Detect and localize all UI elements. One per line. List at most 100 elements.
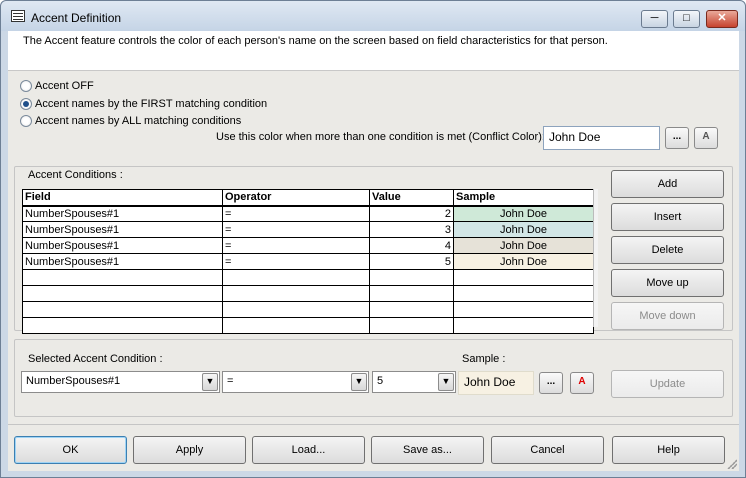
column-header-field[interactable]: Field (22, 189, 223, 207)
close-icon: ✕ (717, 12, 727, 24)
maximize-button[interactable]: □ (673, 10, 700, 28)
window-app-icon (11, 10, 25, 22)
empty-table-row (22, 317, 594, 334)
accent-conditions-title: Accent Conditions : (28, 169, 123, 181)
accent-first-radio[interactable] (20, 98, 32, 110)
empty-cell (22, 317, 223, 334)
empty-cell (453, 269, 594, 286)
accent-all-radio[interactable] (20, 115, 32, 127)
accent-off-label: Accent OFF (35, 80, 94, 92)
selected-sample-text: John Doe (464, 375, 516, 389)
empty-cell (222, 301, 370, 318)
cell-value[interactable]: 5 (369, 253, 454, 270)
table-row[interactable]: NumberSpouses#1 = 3 John Doe (22, 221, 594, 238)
empty-cell (222, 285, 370, 302)
cell-sample[interactable]: John Doe (453, 221, 594, 238)
table-row[interactable]: NumberSpouses#1 = 2 John Doe (22, 205, 594, 222)
empty-cell (369, 285, 454, 302)
cell-field[interactable]: NumberSpouses#1 (22, 205, 223, 222)
conflict-color-label: Use this color when more than one condit… (216, 131, 545, 143)
cell-value[interactable]: 3 (369, 221, 454, 238)
conflict-color-sample: John Doe (543, 126, 660, 150)
table-header-row: Field Operator Value Sample (22, 189, 594, 207)
cell-sample[interactable]: John Doe (453, 205, 594, 222)
selected-sample-label: Sample : (462, 353, 506, 365)
table-row[interactable]: NumberSpouses#1 = 5 John Doe (22, 253, 594, 270)
move-down-button[interactable]: Move down (611, 302, 724, 330)
move-up-button[interactable]: Move up (611, 269, 724, 297)
resize-grip-icon[interactable] (727, 459, 737, 469)
description-text: The Accent feature controls the color of… (8, 31, 739, 71)
accent-first-option[interactable]: Accent names by the FIRST matching condi… (20, 96, 267, 112)
cell-sample[interactable]: John Doe (453, 237, 594, 254)
accent-first-label: Accent names by the FIRST matching condi… (35, 98, 268, 110)
operator-select-value: = (227, 375, 234, 387)
cancel-button[interactable]: Cancel (491, 436, 604, 464)
selected-sample-box: John Doe (458, 371, 534, 395)
help-button[interactable]: Help (612, 436, 725, 464)
empty-table-row (22, 269, 594, 286)
cell-operator[interactable]: = (222, 237, 370, 254)
selected-condition-title: Selected Accent Condition : (28, 353, 163, 365)
empty-cell (222, 269, 370, 286)
empty-cell (222, 317, 370, 334)
empty-table-row (22, 301, 594, 318)
update-button[interactable]: Update (611, 370, 724, 398)
field-select[interactable]: NumberSpouses#1 ▼ (21, 371, 220, 393)
cell-sample[interactable]: John Doe (453, 253, 594, 270)
sample-color-browse-button[interactable]: ... (539, 372, 563, 394)
value-select[interactable]: 5 ▼ (372, 371, 456, 393)
maximize-icon: □ (683, 12, 690, 24)
column-header-value[interactable]: Value (369, 189, 454, 207)
cell-value[interactable]: 4 (369, 237, 454, 254)
conflict-color-browse-button[interactable]: ... (665, 127, 689, 149)
title-bar: Accent Definition ─ □ ✕ (1, 1, 745, 31)
accent-definition-window: Accent Definition ─ □ ✕ The Accent featu… (0, 0, 746, 478)
accent-off-radio[interactable] (20, 80, 32, 92)
empty-cell (453, 317, 594, 334)
accent-all-option[interactable]: Accent names by ALL matching conditions (20, 113, 241, 129)
delete-button[interactable]: Delete (611, 236, 724, 264)
column-header-sample[interactable]: Sample (453, 189, 594, 207)
field-select-value: NumberSpouses#1 (26, 375, 121, 387)
minimize-button[interactable]: ─ (641, 10, 668, 28)
window-title: Accent Definition (31, 11, 122, 25)
empty-cell (22, 285, 223, 302)
cell-operator[interactable]: = (222, 253, 370, 270)
table-row[interactable]: NumberSpouses#1 = 4 John Doe (22, 237, 594, 254)
insert-button[interactable]: Insert (611, 203, 724, 231)
column-header-operator[interactable]: Operator (222, 189, 370, 207)
empty-cell (369, 317, 454, 334)
dialog-client-area: The Accent feature controls the color of… (8, 31, 739, 471)
save-as-button[interactable]: Save as... (371, 436, 484, 464)
accent-off-option[interactable]: Accent OFF (20, 78, 94, 94)
cell-operator[interactable]: = (222, 221, 370, 238)
value-select-value: 5 (377, 375, 384, 387)
cell-value[interactable]: 2 (369, 205, 454, 222)
empty-cell (453, 301, 594, 318)
apply-button[interactable]: Apply (133, 436, 246, 464)
operator-select[interactable]: = ▼ (222, 371, 369, 393)
sample-font-button[interactable]: A (570, 372, 594, 394)
load-button[interactable]: Load... (252, 436, 365, 464)
empty-cell (453, 285, 594, 302)
conflict-font-button[interactable]: A (694, 127, 718, 149)
ok-button[interactable]: OK (14, 436, 127, 464)
table-scrollbar[interactable] (593, 189, 598, 327)
empty-cell (369, 301, 454, 318)
chevron-down-icon[interactable]: ▼ (351, 373, 367, 391)
empty-table-row (22, 285, 594, 302)
cell-field[interactable]: NumberSpouses#1 (22, 221, 223, 238)
conflict-sample-text: John Doe (549, 130, 601, 144)
add-button[interactable]: Add (611, 170, 724, 198)
cell-field[interactable]: NumberSpouses#1 (22, 237, 223, 254)
chevron-down-icon[interactable]: ▼ (438, 373, 454, 391)
close-button[interactable]: ✕ (706, 10, 738, 28)
chevron-down-icon[interactable]: ▼ (202, 373, 218, 391)
accent-conditions-table: Field Operator Value Sample NumberSpouse… (22, 189, 594, 334)
cell-field[interactable]: NumberSpouses#1 (22, 253, 223, 270)
accent-all-label: Accent names by ALL matching conditions (35, 115, 242, 127)
minimize-icon: ─ (650, 12, 659, 24)
cell-operator[interactable]: = (222, 205, 370, 222)
empty-cell (22, 269, 223, 286)
